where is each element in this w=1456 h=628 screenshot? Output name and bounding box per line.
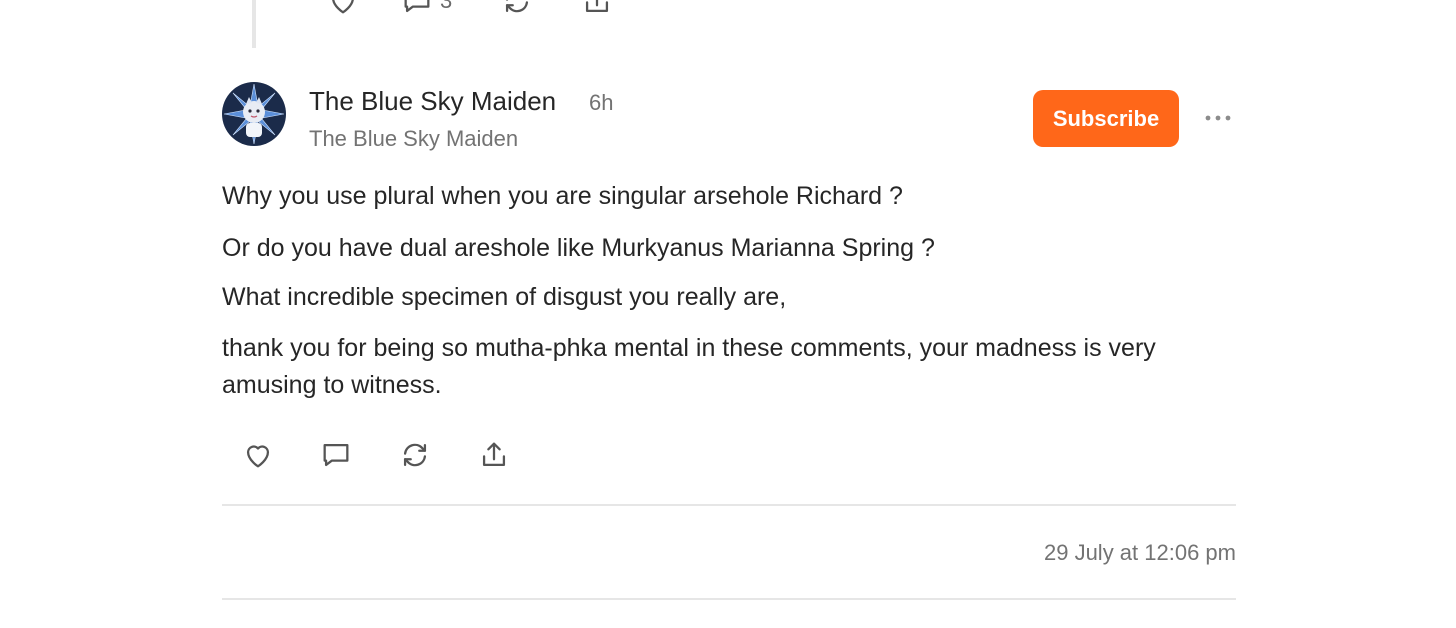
comment-icon[interactable]	[315, 434, 357, 476]
more-icon[interactable]	[1204, 108, 1232, 128]
comment-actions	[222, 434, 622, 476]
restack-icon[interactable]	[500, 0, 534, 18]
avatar[interactable]	[222, 82, 286, 146]
comment-paragraph: What incredible specimen of disgust you …	[222, 283, 787, 311]
comment-count: 3	[440, 0, 453, 13]
timestamp: 29 July at 12:06 pm	[1043, 540, 1236, 565]
author-handle[interactable]: The Blue Sky Maiden	[309, 126, 518, 152]
relative-time: 6h	[589, 90, 614, 115]
subscribe-button[interactable]: Subscribe	[1033, 90, 1179, 147]
divider	[222, 598, 1236, 600]
comment-icon[interactable]: 3	[400, 0, 452, 18]
author-name[interactable]: The Blue Sky Maiden	[309, 86, 556, 117]
comment-paragraph: thank you for being so mutha-phka mental…	[222, 334, 1156, 399]
heart-icon[interactable]	[326, 0, 360, 18]
heart-icon[interactable]	[237, 434, 279, 476]
share-icon[interactable]	[580, 0, 614, 18]
restack-icon[interactable]	[394, 434, 436, 476]
divider	[222, 504, 1236, 506]
comment-paragraph: Or do you have dual areshole like Murkya…	[222, 234, 935, 262]
comment-paragraph: Why you use plural when you are singular…	[222, 182, 903, 210]
share-icon[interactable]	[473, 434, 515, 476]
thread-line	[252, 0, 256, 48]
